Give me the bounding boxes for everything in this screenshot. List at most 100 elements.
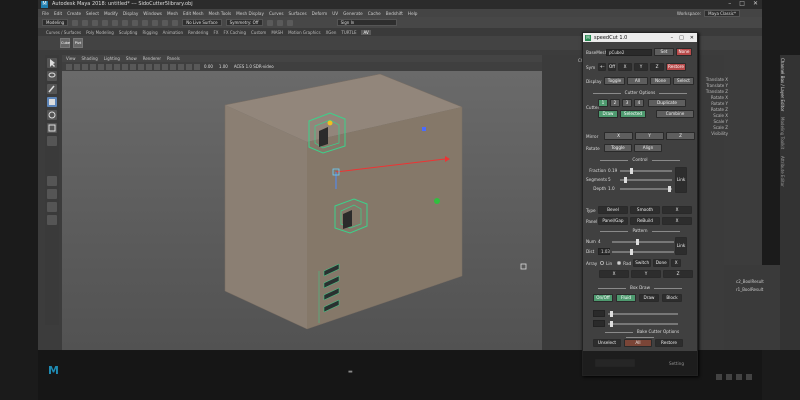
unselect-button[interactable]: Unselect bbox=[593, 339, 621, 347]
open-scene-icon[interactable] bbox=[82, 19, 89, 26]
segments-slider[interactable] bbox=[620, 176, 672, 183]
save-scene-icon[interactable] bbox=[92, 19, 99, 26]
axis-z-button[interactable]: Z bbox=[663, 270, 693, 278]
dist-value[interactable]: 1.03 bbox=[598, 248, 610, 255]
cube-front-face[interactable] bbox=[225, 105, 307, 329]
box-value-field[interactable] bbox=[593, 310, 605, 317]
axis-x-button[interactable]: X bbox=[599, 270, 629, 278]
rotate-toggle-button[interactable]: Toggle bbox=[604, 144, 632, 152]
shelf-tab[interactable]: XGen bbox=[326, 30, 337, 35]
timeline-drag-handle[interactable]: ▬ bbox=[348, 369, 353, 375]
tab-attribute-editor[interactable]: Attribute Editor bbox=[780, 153, 785, 190]
shelf-tab[interactable]: Curves / Surfaces bbox=[46, 30, 81, 35]
uv-layout-icon[interactable] bbox=[47, 215, 57, 225]
cutter-4-button[interactable]: 4 bbox=[634, 99, 644, 107]
image-plane-icon[interactable] bbox=[90, 63, 96, 70]
display-all-button[interactable]: All bbox=[627, 77, 648, 85]
cutter-1-button[interactable]: 1 bbox=[598, 99, 608, 107]
menu-item[interactable]: Mesh bbox=[167, 11, 178, 16]
rotate-align-button[interactable]: Align bbox=[634, 144, 662, 152]
shelf-tab[interactable]: Animation bbox=[163, 30, 183, 35]
workspace-dropdown[interactable]: Maya Classic* bbox=[704, 9, 740, 17]
slider-knob[interactable] bbox=[630, 248, 633, 255]
color-space[interactable]: ACES 1.0 SDR-video bbox=[232, 64, 276, 69]
step-forward-icon[interactable] bbox=[746, 374, 752, 380]
none-button[interactable]: None bbox=[676, 48, 692, 56]
panel-gap-button[interactable]: Panel/Gap bbox=[598, 217, 628, 225]
grid-icon[interactable] bbox=[98, 63, 104, 70]
viewport-menu-item[interactable]: Lighting bbox=[104, 56, 120, 61]
rotate-tool-icon[interactable] bbox=[47, 110, 57, 120]
menu-item[interactable]: Select bbox=[86, 11, 99, 16]
box-draw-button[interactable]: Draw bbox=[639, 294, 659, 302]
gate-mask-icon[interactable] bbox=[122, 63, 128, 70]
shelf-tab[interactable]: Custom bbox=[251, 30, 266, 35]
ipr-render-icon[interactable] bbox=[276, 19, 283, 26]
shelf-tab[interactable]: FX bbox=[213, 30, 218, 35]
move-tool-icon[interactable] bbox=[47, 97, 57, 107]
film-gate-icon[interactable] bbox=[106, 63, 112, 70]
num-value[interactable]: 4 bbox=[598, 239, 610, 244]
go-to-start-icon[interactable] bbox=[716, 374, 722, 380]
menu-item[interactable]: Edit Mesh bbox=[183, 11, 203, 16]
select-component-icon[interactable] bbox=[142, 19, 149, 26]
shelf-tab-active[interactable]: AV bbox=[361, 29, 371, 35]
mirror-y-button[interactable]: Y bbox=[635, 132, 664, 140]
select-tool-icon[interactable] bbox=[47, 58, 57, 68]
mirror-x-button[interactable]: X bbox=[604, 132, 633, 140]
menu-item[interactable]: Create bbox=[67, 11, 81, 16]
shelf-tab[interactable]: Rigging bbox=[142, 30, 157, 35]
resolution-gate-icon[interactable] bbox=[114, 63, 120, 70]
menu-item[interactable]: Modify bbox=[104, 11, 118, 16]
shelf-tab[interactable]: Sculpting bbox=[119, 30, 138, 35]
sym-pm-button[interactable]: +- bbox=[598, 63, 606, 71]
tab-channel-box[interactable]: Channel Box / Layer Editor bbox=[780, 55, 785, 114]
snap-curve-icon[interactable] bbox=[162, 19, 169, 26]
mode-dropdown[interactable]: Modeling bbox=[42, 19, 69, 26]
single-view-layout-icon[interactable] bbox=[47, 176, 57, 186]
scale-tool-icon[interactable] bbox=[47, 123, 57, 133]
paint-select-icon[interactable] bbox=[47, 84, 57, 94]
menu-item[interactable]: Windows bbox=[143, 11, 162, 16]
symmetry-dropdown[interactable]: Symmetry: Off bbox=[225, 19, 263, 26]
array-x-button[interactable]: X bbox=[671, 259, 682, 267]
radio-icon[interactable] bbox=[600, 260, 604, 265]
menu-item[interactable]: Surfaces bbox=[289, 11, 307, 16]
bake-restore-button[interactable]: Restore bbox=[655, 339, 683, 347]
depth-value[interactable]: 1.0 bbox=[608, 186, 618, 191]
shelf-tab[interactable]: MASH bbox=[271, 30, 283, 35]
menu-item[interactable]: Cache bbox=[368, 11, 381, 16]
shadows-icon[interactable] bbox=[178, 63, 184, 70]
display-none-button[interactable]: None bbox=[650, 77, 671, 85]
slider-knob[interactable] bbox=[610, 310, 613, 317]
menu-item[interactable]: Curves bbox=[269, 11, 284, 16]
restore-button[interactable]: Restore bbox=[666, 63, 686, 71]
safe-action-icon[interactable] bbox=[138, 63, 144, 70]
maximize-icon[interactable]: □ bbox=[679, 35, 684, 41]
control-link-button[interactable]: Link bbox=[675, 167, 687, 193]
isolate-icon[interactable] bbox=[194, 63, 200, 70]
segments-value[interactable]: 5 bbox=[608, 177, 618, 182]
slider-knob[interactable] bbox=[636, 238, 639, 245]
combine-button[interactable]: Combine bbox=[656, 110, 694, 118]
outliner-layout-icon[interactable] bbox=[47, 202, 57, 212]
bottom-button[interactable] bbox=[595, 359, 635, 367]
tab-modeling-toolkit[interactable]: Modeling Toolkit bbox=[780, 114, 785, 152]
smooth-button[interactable]: Smooth bbox=[630, 206, 660, 214]
viewport-menu-item[interactable]: Panels bbox=[167, 56, 180, 61]
render-icon[interactable] bbox=[266, 19, 273, 26]
render-settings-icon[interactable] bbox=[286, 19, 293, 26]
panel-x-button[interactable]: X bbox=[662, 217, 692, 225]
menu-item[interactable]: Bedshift bbox=[386, 11, 403, 16]
all-button[interactable]: All bbox=[624, 339, 652, 347]
radio-icon[interactable] bbox=[617, 260, 622, 265]
far-clip-value[interactable]: 1.00 bbox=[217, 64, 230, 69]
menu-item[interactable]: Mesh Display bbox=[236, 11, 264, 16]
bookmark-icon[interactable] bbox=[82, 63, 88, 70]
shelf-tab[interactable]: FX Caching bbox=[224, 30, 246, 35]
dist-slider[interactable] bbox=[612, 248, 674, 255]
cutter-3-button[interactable]: 3 bbox=[622, 99, 632, 107]
shelf-tab[interactable]: Motion Graphics bbox=[288, 30, 321, 35]
undo-icon[interactable] bbox=[102, 19, 109, 26]
type-x-button[interactable]: X bbox=[662, 206, 692, 214]
